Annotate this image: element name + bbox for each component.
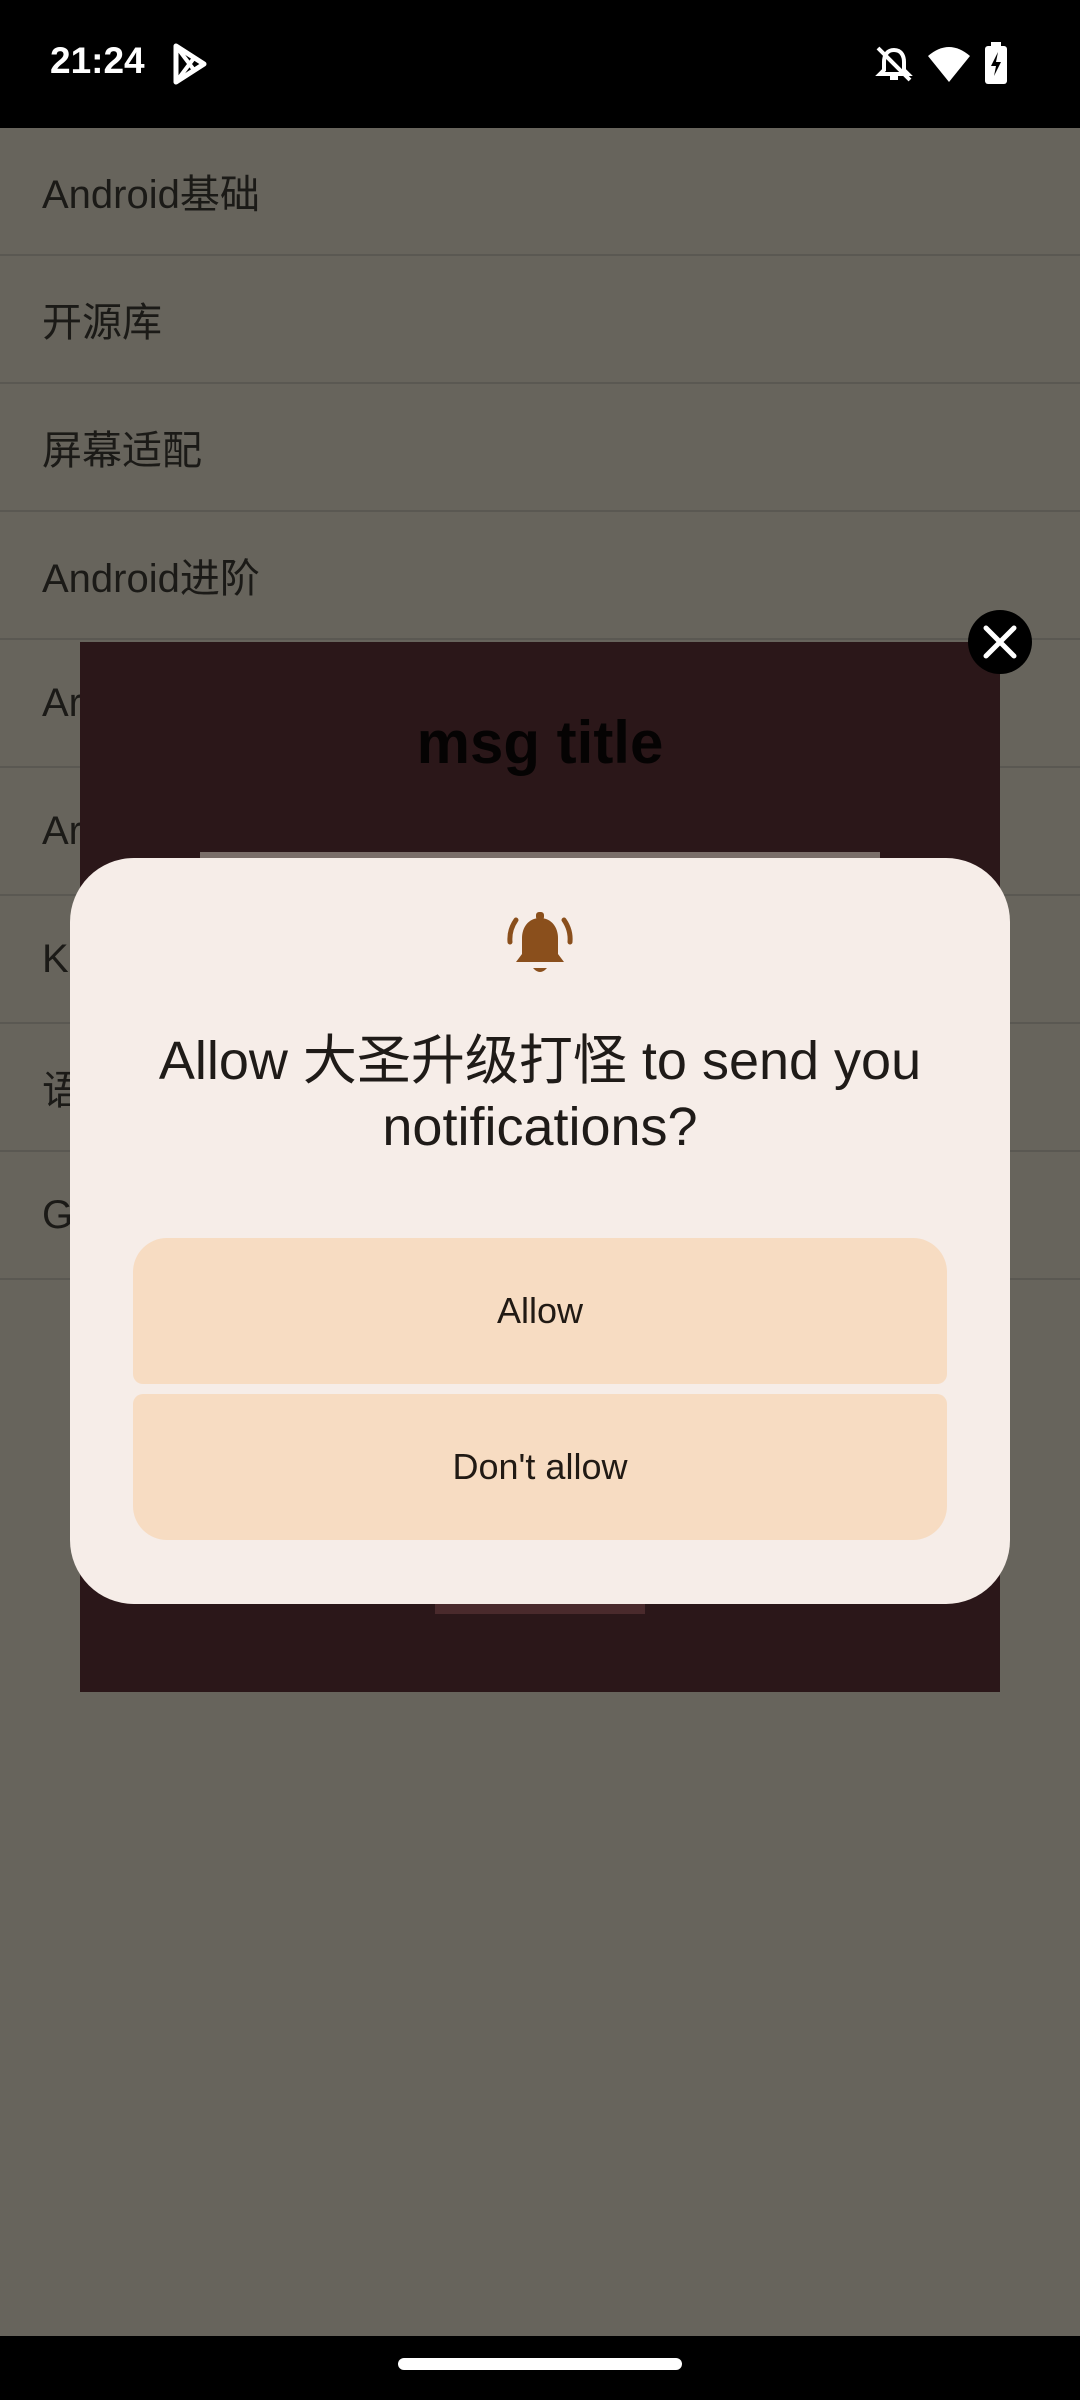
home-gesture-handle[interactable]	[398, 2358, 682, 2370]
play-store-icon	[173, 43, 207, 85]
battery-charging-icon	[985, 42, 1007, 84]
list-item-label: Android进阶	[42, 557, 260, 601]
status-bar: 21:24	[0, 0, 1080, 128]
list-item-label: Android基础	[42, 173, 260, 217]
bell-icon	[507, 912, 573, 972]
close-icon	[983, 625, 1017, 659]
notifications-off-icon	[875, 46, 913, 82]
allow-button[interactable]: Allow	[133, 1238, 947, 1384]
wifi-icon	[928, 47, 970, 82]
list-item-label: 开源库	[42, 301, 162, 345]
list-item[interactable]: Android基础	[0, 128, 1080, 256]
allow-button-label: Allow	[496, 1290, 584, 1331]
list-item-label: Ar	[42, 808, 82, 853]
list-item[interactable]: 屏幕适配	[0, 384, 1080, 512]
dont-allow-button[interactable]: Don't allow	[133, 1394, 947, 1540]
list-item-label: 屏幕适配	[42, 429, 202, 473]
permission-message: Allow 大圣升级打怪 to send you notifications?	[158, 1031, 922, 1157]
list-item-label: K	[42, 936, 69, 981]
list-item[interactable]: 开源库	[0, 256, 1080, 384]
list-item[interactable]: Android进阶	[0, 512, 1080, 640]
message-dialog-title: msg title	[416, 709, 664, 776]
notification-permission-dialog: Allow 大圣升级打怪 to send you notifications? …	[70, 858, 1010, 1604]
dont-allow-button-label: Don't allow	[452, 1446, 628, 1487]
list-item-label: G	[42, 1192, 74, 1237]
list-item-label: Ar	[42, 680, 82, 725]
navigation-bar	[0, 2336, 1080, 2400]
status-time: 21:24	[50, 40, 145, 81]
close-button[interactable]	[968, 610, 1032, 674]
